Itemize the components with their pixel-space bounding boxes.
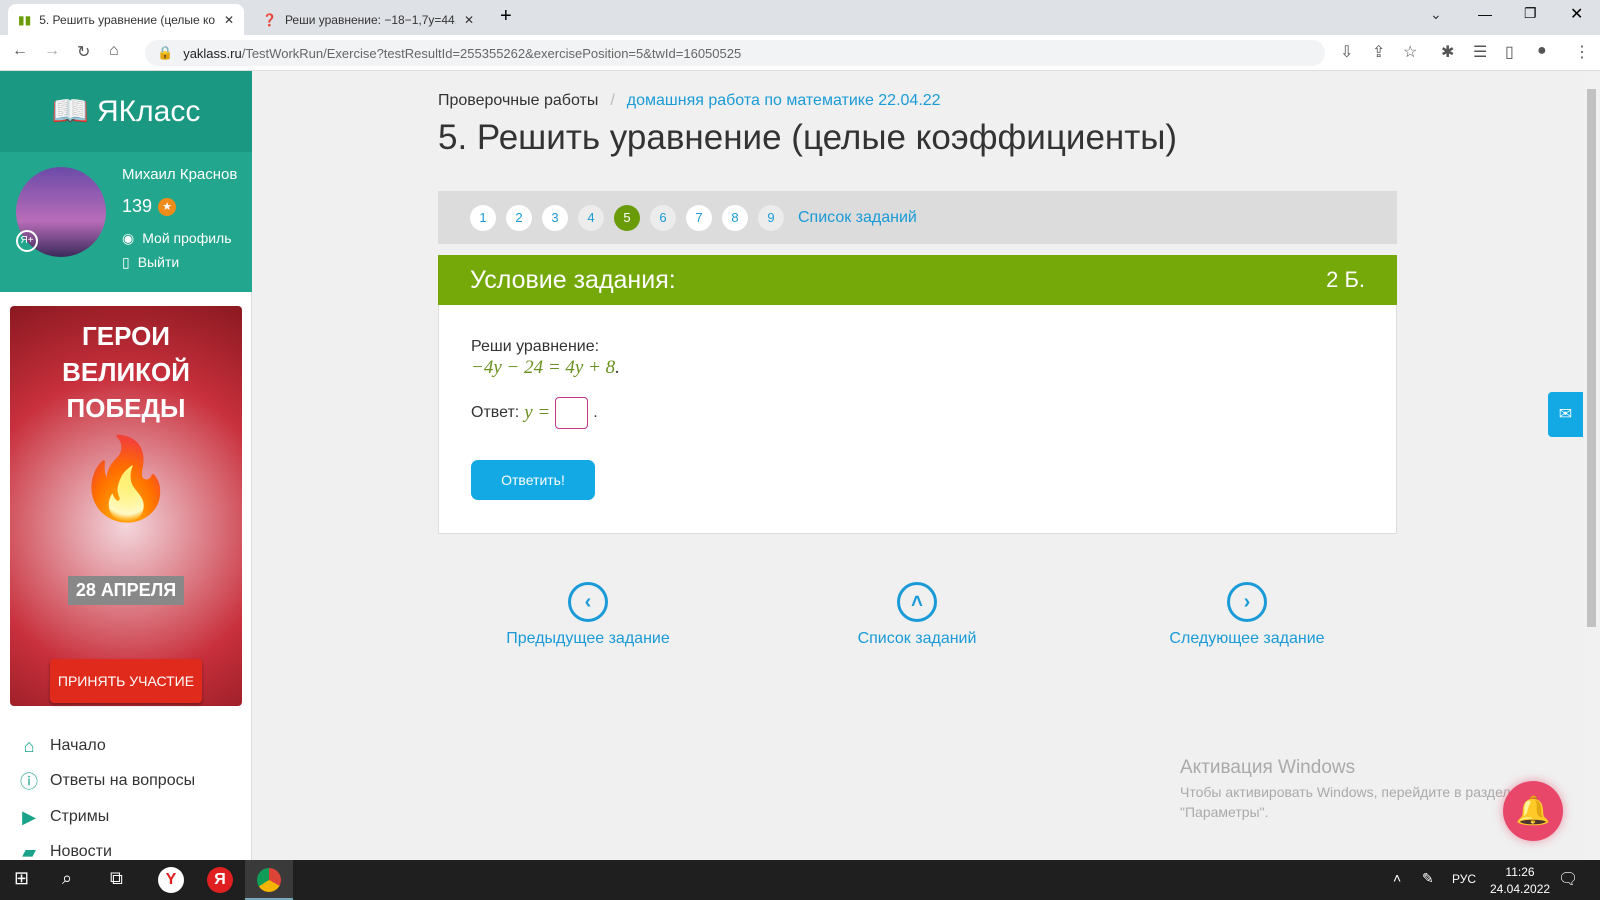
equation: −4y − 24 = 4y + 8. (471, 357, 620, 378)
sidebar: 📖 ЯКласс Я+ Михаил Краснов 139 ★ ◉ Мой проф… (0, 71, 252, 862)
restore-icon[interactable]: ❐ (1524, 5, 1537, 22)
breadcrumb: Проверочные работы / домашняя работа по ма… (438, 92, 941, 110)
task-view-icon[interactable]: ⧉ (110, 868, 123, 889)
back-icon[interactable]: ← (12, 42, 28, 60)
user-profile: Я+ Михаил Краснов 139 ★ ◉ Мой профиль ▯ Вый… (0, 152, 252, 292)
door-icon: ▯ (122, 254, 130, 270)
star-points-icon: ★ (158, 197, 177, 216)
chrome-icon (257, 868, 281, 892)
chrome-taskbar-button[interactable] (245, 860, 293, 900)
minimize-icon[interactable]: — (1478, 6, 1492, 22)
task-navigator: 1 2 3 4 5 6 7 8 9 Список заданий (438, 191, 1397, 244)
book-icon: 📖 (51, 95, 89, 128)
task-card: Реши уравнение: −4y − 24 = 4y + 8. Ответ… (438, 305, 1397, 534)
chevron-up-icon: ˄ (897, 582, 937, 622)
user-points: 139 (122, 196, 153, 216)
task-number[interactable]: 7 (686, 204, 712, 231)
task-number[interactable]: 9 (758, 204, 784, 231)
answer-input[interactable] (555, 397, 589, 429)
pen-icon[interactable]: ✎ (1422, 870, 1434, 887)
chevron-left-icon: ‹ (568, 582, 608, 622)
tray-chevron-icon[interactable]: ˄ (1393, 870, 1401, 886)
question-icon: ⓘ (20, 772, 38, 792)
task-header: Условие задания: 2 Б. (438, 255, 1397, 305)
task-number[interactable]: 4 (578, 204, 604, 231)
prev-task-button[interactable]: ‹ Предыдущее задание (478, 582, 698, 648)
my-profile-link[interactable]: ◉ Мой профиль (122, 230, 232, 247)
scrollbar[interactable] (1583, 71, 1600, 860)
yaklass-favicon-icon: ▮▮ (18, 12, 32, 27)
nav-streams[interactable]: ▶ Стримы (18, 806, 109, 828)
side-panel-icon[interactable]: ▯ (1505, 42, 1514, 62)
close-tab-icon[interactable]: ✕ (464, 13, 474, 27)
menu-icon[interactable]: ⋮ (1574, 42, 1590, 62)
home-icon: ⌂ (23, 735, 35, 756)
logo[interactable]: 📖 ЯКласс (0, 71, 252, 152)
star-icon[interactable]: ☆ (1403, 42, 1417, 62)
yandex-icon[interactable]: Я (207, 867, 233, 893)
logout-link[interactable]: ▯ Выйти (122, 254, 179, 271)
reading-list-icon[interactable]: ☰ (1473, 42, 1487, 62)
user-icon: ◉ (122, 230, 135, 246)
share-icon[interactable]: ⇪ (1372, 42, 1385, 62)
task-points: 2 Б. (1326, 267, 1365, 292)
mail-icon[interactable]: ✉ (1548, 392, 1583, 437)
lock-icon: 🔒 (157, 45, 174, 60)
task-number-current[interactable]: 5 (614, 204, 640, 231)
tab-search-icon[interactable]: ⌄ (1430, 6, 1442, 23)
windows-activation-title: Активация Windows (1180, 757, 1356, 778)
user-name: Михаил Краснов (122, 166, 238, 183)
clock[interactable]: 11:26 24.04.2022 (1490, 864, 1550, 898)
task-number[interactable]: 6 (650, 204, 676, 231)
nav-answers[interactable]: ⓘ Ответы на вопросы (18, 770, 195, 792)
home-icon[interactable]: ⌂ (109, 42, 119, 60)
forward-icon[interactable]: → (44, 42, 60, 60)
notifications-icon[interactable]: 🗨 (1558, 869, 1578, 889)
task-number[interactable]: 8 (722, 204, 748, 231)
badge-icon: Я+ (16, 230, 38, 252)
task-number[interactable]: 2 (506, 204, 532, 231)
new-tab-icon[interactable]: + (500, 5, 512, 28)
install-icon[interactable]: ⇩ (1340, 42, 1353, 62)
close-window-icon[interactable]: ✕ (1570, 4, 1583, 24)
task-number[interactable]: 1 (470, 204, 496, 231)
yandex-browser-icon[interactable]: Y (158, 867, 184, 893)
close-tab-icon[interactable]: ✕ (224, 13, 234, 27)
profile-icon[interactable]: ● (1537, 42, 1547, 60)
task-list-link[interactable]: Список заданий (798, 209, 917, 227)
reload-icon[interactable]: ↻ (77, 42, 90, 62)
search-icon[interactable]: ⌕ (62, 868, 72, 889)
tab-second[interactable]: ❓ Реши уравнение: −18−1,7y=44,4 ✕ (252, 4, 484, 35)
participate-button[interactable]: ПРИНЯТЬ УЧАСТИЕ (50, 659, 202, 703)
nav-home[interactable]: ⌂ Начало (18, 735, 106, 757)
play-icon: ▶ (22, 806, 36, 827)
extensions-icon[interactable]: ✱ (1441, 42, 1454, 62)
tab-active[interactable]: ▮▮ 5. Решить уравнение (целые ко ✕ (8, 4, 244, 35)
breadcrumb-root[interactable]: Проверочные работы (438, 92, 598, 110)
task-list-button[interactable]: ˄ Список заданий (807, 582, 1027, 648)
address-bar[interactable]: 🔒 yaklass.ru/TestWorkRun/Exercise?testRes… (145, 40, 1325, 66)
chevron-right-icon: › (1227, 582, 1267, 622)
promo-banner[interactable]: ГЕРОИ ВЕЛИКОЙ ПОБЕДЫ 🔥 28 АПРЕЛЯ (10, 306, 242, 706)
breadcrumb-current[interactable]: домашняя работа по математике 22.04.22 (627, 92, 941, 110)
next-task-button[interactable]: › Следующее задание (1137, 582, 1357, 648)
submit-button[interactable]: Ответить! (471, 460, 595, 500)
windows-start-icon[interactable]: ⊞ (14, 868, 29, 889)
language-indicator[interactable]: РУС (1452, 872, 1476, 886)
question-favicon-icon: ❓ (262, 12, 277, 27)
page-title: 5. Решить уравнение (целые коэффициенты) (438, 118, 1178, 157)
eternal-flame-icon: 🔥 (76, 434, 176, 523)
bell-icon[interactable]: 🔔 (1503, 781, 1563, 841)
task-number[interactable]: 3 (542, 204, 568, 231)
taskbar: ⊞ ⌕ ⧉ Y Я ˄ ✎ РУС 11:26 24.04.2022 🗨 (0, 860, 1600, 900)
tab-bar: ▮▮ 5. Решить уравнение (целые ко ✕ ❓ Реши у… (0, 0, 1600, 35)
